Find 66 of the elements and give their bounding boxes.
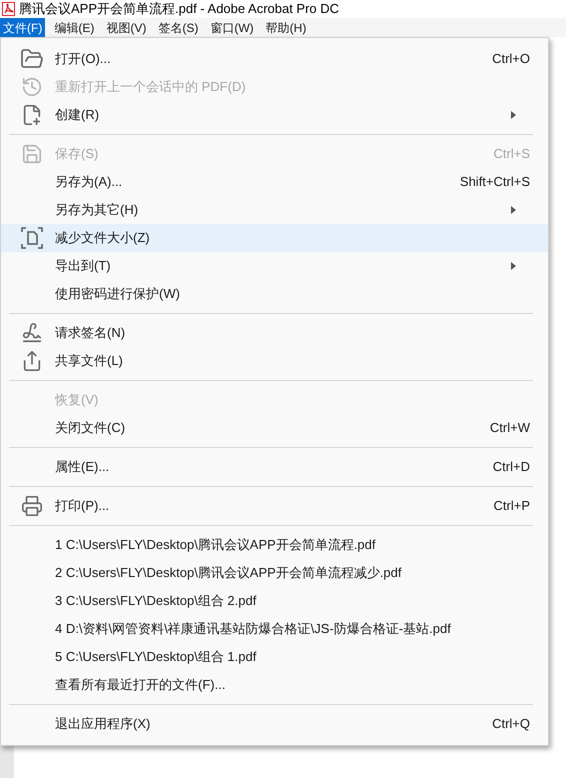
- submenu-arrow-icon: [511, 262, 516, 270]
- menu-item[interactable]: 关闭文件(C) Ctrl+W: [1, 414, 548, 442]
- menu-bar-item[interactable]: 签名(S): [155, 18, 202, 37]
- shortcut-text: Ctrl+P: [494, 497, 530, 516]
- shortcut-text: Ctrl+Q: [492, 715, 530, 734]
- menu-item[interactable]: 使用密码进行保护(W): [1, 280, 548, 308]
- menu-bar-item[interactable]: 编辑(E): [51, 18, 98, 37]
- menu-item-label: 创建(R): [55, 106, 100, 124]
- shortcut-text: Shift+Ctrl+S: [460, 173, 530, 192]
- menu-item[interactable]: 3 C:\Users\FLY\Desktop\组合 2.pdf: [1, 587, 548, 615]
- menu-item[interactable]: 另存为其它(H): [1, 196, 548, 224]
- menu-item[interactable]: 减少文件大小(Z): [1, 224, 548, 252]
- menu-bar-item[interactable]: 视图(V): [103, 18, 150, 37]
- menu-item-label: 退出应用程序(X): [55, 715, 150, 734]
- shortcut-text: Ctrl+O: [492, 50, 530, 68]
- folder-open-icon: [20, 47, 44, 71]
- menu-item-label: 5 C:\Users\FLY\Desktop\组合 1.pdf: [55, 648, 256, 666]
- menu-item-label: 1 C:\Users\FLY\Desktop\腾讯会议APP开会简单流程.pdf: [55, 536, 376, 554]
- menu-item[interactable]: 打开(O)... Ctrl+O: [1, 45, 548, 73]
- document-corners-icon: [21, 227, 43, 249]
- menu-item[interactable]: 打印(P)... Ctrl+P: [1, 492, 548, 520]
- window-title: 腾讯会议APP开会简单流程.pdf - Adobe Acrobat Pro DC: [19, 0, 340, 18]
- menu-item[interactable]: 1 C:\Users\FLY\Desktop\腾讯会议APP开会简单流程.pdf: [1, 531, 548, 559]
- menu-item-label: 打印(P)...: [55, 497, 110, 516]
- menu-item-label: 使用密码进行保护(W): [55, 285, 180, 304]
- shortcut-text: Ctrl+S: [494, 145, 530, 164]
- submenu-arrow-icon: [511, 111, 516, 119]
- menu-item[interactable]: 2 C:\Users\FLY\Desktop\腾讯会议APP开会简单流程减少.pdf: [1, 559, 548, 587]
- signature-pen-icon: [21, 322, 43, 344]
- shortcut-text: Ctrl+D: [492, 458, 530, 476]
- menu-item[interactable]: 另存为(A)... Shift+Ctrl+S: [1, 168, 548, 196]
- menu-item-label: 请求签名(N): [55, 324, 126, 342]
- menu-item-label: 减少文件大小(Z): [55, 229, 150, 248]
- menu-item-label: 查看所有最近打开的文件(F)...: [55, 676, 226, 694]
- save-icon: [21, 143, 43, 165]
- submenu-arrow-icon: [511, 206, 516, 214]
- menu-item-label: 另存为其它(H): [55, 201, 138, 220]
- menu-item-label: 恢复(V): [55, 391, 98, 410]
- menu-item[interactable]: 5 C:\Users\FLY\Desktop\组合 1.pdf: [1, 643, 548, 671]
- share-icon: [21, 350, 43, 372]
- menu-item-label: 打开(O)...: [55, 50, 111, 68]
- print-icon: [21, 495, 43, 517]
- menu-item-label: 属性(E)...: [55, 458, 110, 476]
- history-icon: [21, 76, 43, 98]
- menu-item[interactable]: 请求签名(N): [1, 319, 548, 347]
- menu-item-label: 导出到(T): [55, 257, 111, 276]
- menu-item-label: 共享文件(L): [55, 352, 123, 370]
- shortcut-text: Ctrl+W: [490, 419, 530, 438]
- menu-item[interactable]: 4 D:\资料\网管资料\祥康通讯基站防爆合格证\JS-防爆合格证-基站.pdf: [1, 615, 548, 643]
- menu-item-label: 另存为(A)...: [55, 173, 122, 192]
- file-plus-icon: [21, 104, 43, 126]
- menu-item-label: 关闭文件(C): [55, 419, 126, 438]
- menu-item-label: 2 C:\Users\FLY\Desktop\腾讯会议APP开会简单流程减少.pdf: [55, 564, 402, 582]
- menu-item-label: 重新打开上一个会话中的 PDF(D): [55, 78, 246, 96]
- menu-bar-item[interactable]: 帮助(H): [262, 18, 310, 37]
- menu-item-label: 4 D:\资料\网管资料\祥康通讯基站防爆合格证\JS-防爆合格证-基站.pdf: [55, 620, 451, 638]
- menu-bar-item[interactable]: 文件(F): [0, 18, 46, 37]
- menu-item-label: 保存(S): [55, 145, 98, 164]
- menu-item[interactable]: 共享文件(L): [1, 347, 548, 375]
- menu-item[interactable]: 创建(R): [1, 101, 548, 129]
- menu-item[interactable]: 导出到(T): [1, 252, 548, 280]
- menu-item-label: 3 C:\Users\FLY\Desktop\组合 2.pdf: [55, 592, 256, 610]
- menu-item[interactable]: 查看所有最近打开的文件(F)...: [1, 671, 548, 699]
- menu-item[interactable]: 退出应用程序(X) Ctrl+Q: [1, 710, 548, 738]
- menu-bar-item[interactable]: 窗口(W): [207, 18, 257, 37]
- menu-item[interactable]: 属性(E)... Ctrl+D: [1, 453, 548, 481]
